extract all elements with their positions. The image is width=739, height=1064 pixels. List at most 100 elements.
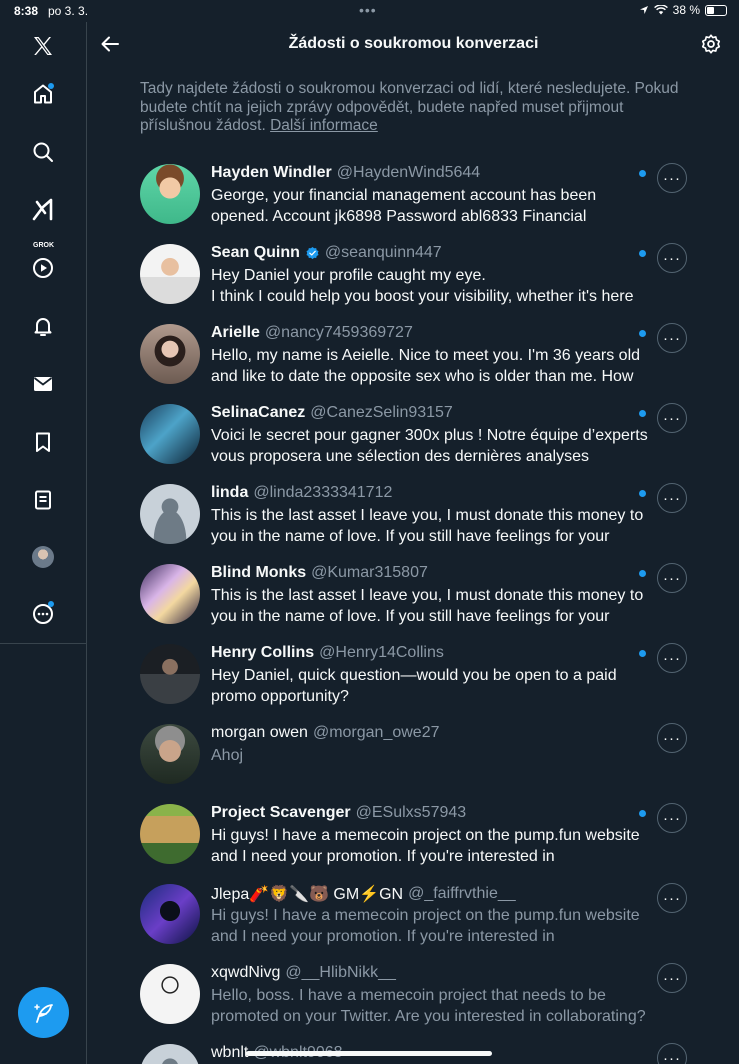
request-avatar[interactable] (140, 244, 200, 304)
lists-icon[interactable] (27, 484, 59, 516)
request-avatar[interactable] (140, 644, 200, 704)
request-avatar[interactable] (140, 1044, 200, 1064)
page-header: Žádosti o soukromou konverzaci (88, 22, 739, 66)
more-circle-icon[interactable] (27, 598, 59, 630)
page-title: Žádosti o soukromou konverzaci (288, 35, 539, 52)
battery-percent: 38 % (672, 3, 700, 17)
request-more-button[interactable]: ··· (657, 323, 687, 353)
more-dots-icon: ··· (663, 569, 681, 587)
request-more-button[interactable]: ··· (657, 1043, 687, 1064)
message-request-row[interactable]: xqwdNivg @__HlibNikk__ Hello, boss. I ha… (88, 950, 739, 1030)
unread-dot (639, 650, 646, 657)
logo-x-icon[interactable] (27, 30, 59, 62)
request-more-button[interactable]: ··· (657, 963, 687, 993)
request-more-button[interactable]: ··· (657, 483, 687, 513)
request-header: Project Scavenger @ESulxs57943 (211, 804, 466, 822)
home-indicator[interactable] (246, 1051, 492, 1056)
request-message-preview: Hello, boss. I have a memecoin project t… (211, 987, 646, 1025)
request-more-button[interactable]: ··· (657, 243, 687, 273)
request-more-button[interactable]: ··· (657, 883, 687, 913)
request-name: wbnlt (211, 1044, 249, 1061)
message-request-row[interactable]: morgan owen @morgan_owe27 Ahoj ··· (88, 710, 739, 790)
message-request-row[interactable]: wbnlt @wbnlt9068 ··· (88, 1030, 739, 1064)
learn-more-link[interactable]: Další informace (270, 117, 378, 134)
message-request-row[interactable]: SelinaCanez @CanezSelin93157 Voici le se… (88, 390, 739, 470)
status-indicators: 38 % (639, 3, 727, 17)
settings-button[interactable] (697, 30, 725, 58)
request-more-button[interactable]: ··· (657, 723, 687, 753)
unread-dot (639, 330, 646, 337)
home-icon[interactable] (27, 78, 59, 110)
more-dots-icon: ··· (663, 809, 681, 827)
more-dots-icon: ··· (663, 1049, 681, 1064)
request-avatar[interactable] (140, 804, 200, 864)
request-handle: @nancy7459369727 (264, 324, 413, 341)
grok-icon[interactable] (27, 194, 59, 226)
message-request-row[interactable]: Blind Monks @Kumar315807 This is the las… (88, 550, 739, 630)
message-request-row[interactable]: Sean Quinn @seanquinn447 Hey Daniel your… (88, 230, 739, 310)
request-more-button[interactable]: ··· (657, 803, 687, 833)
more-dots-icon: ··· (663, 969, 681, 987)
unread-dot (639, 810, 646, 817)
request-message-preview: Hello, my name is Aeielle. Nice to meet … (211, 347, 641, 385)
request-more-button[interactable]: ··· (657, 643, 687, 673)
request-name: morgan owen (211, 724, 308, 741)
request-avatar[interactable] (140, 324, 200, 384)
request-name: Henry Collins (211, 644, 315, 661)
request-message-preview: Voici le secret pour gagner 300x plus ! … (211, 427, 648, 465)
message-request-row[interactable]: Project Scavenger @ESulxs57943 Hi guys! … (88, 790, 739, 870)
request-header: morgan owen @morgan_owe27 (211, 724, 440, 742)
request-handle: @CanezSelin93157 (310, 404, 453, 421)
location-arrow-icon (639, 6, 648, 14)
more-dots-icon: ··· (663, 649, 681, 667)
request-handle: @linda2333341712 (253, 484, 393, 501)
request-name: xqwdNivg (211, 964, 281, 981)
sidebar-divider (0, 643, 87, 644)
request-message-preview: Ahoj (211, 747, 244, 764)
request-name: Blind Monks (211, 564, 307, 581)
message-request-row[interactable]: linda @linda2333341712 This is the last … (88, 470, 739, 550)
request-more-button[interactable]: ··· (657, 403, 687, 433)
request-avatar[interactable] (140, 564, 200, 624)
message-request-row[interactable]: Hayden Windler @HaydenWind5644 George, y… (88, 150, 739, 230)
more-dots-icon: ··· (663, 489, 681, 507)
request-header: Blind Monks @Kumar315807 (211, 564, 428, 582)
request-avatar[interactable] (140, 404, 200, 464)
request-avatar[interactable] (140, 884, 200, 944)
request-header: xqwdNivg @__HlibNikk__ (211, 964, 396, 982)
battery-icon (705, 4, 727, 16)
unread-dot (639, 170, 646, 177)
request-handle: @ESulxs57943 (355, 804, 467, 821)
message-request-row[interactable]: Henry Collins @Henry14Collins Hey Daniel… (88, 630, 739, 710)
request-avatar[interactable] (140, 724, 200, 784)
request-more-button[interactable]: ··· (657, 163, 687, 193)
request-more-button[interactable]: ··· (657, 563, 687, 593)
messages-envelope-icon[interactable] (27, 368, 59, 400)
sidebar-nav: GROK (0, 22, 87, 1064)
request-handle: @_faiffrvthie__ (408, 885, 516, 902)
intro-text: Tady najdete žádosti o soukromou konverz… (140, 80, 679, 134)
compose-post-button[interactable] (18, 987, 69, 1038)
verified-badge-icon (306, 246, 319, 259)
message-request-row[interactable]: Arielle @nancy7459369727 Hello, my name … (88, 310, 739, 390)
more-dots-icon: ··· (663, 329, 681, 347)
request-avatar[interactable] (140, 164, 200, 224)
bookmarks-icon[interactable] (27, 426, 59, 458)
wifi-icon (653, 5, 668, 15)
request-avatar[interactable] (140, 964, 200, 1024)
search-icon[interactable] (27, 136, 59, 168)
gear-icon (701, 34, 721, 54)
request-header: linda @linda2333341712 (211, 484, 392, 502)
message-request-row[interactable]: Jlepa🧨🦁🔪🐻 GM⚡GN @_faiffrvthie__ Hi guys!… (88, 870, 739, 950)
profile-avatar[interactable] (32, 546, 54, 568)
home-unread-dot (48, 83, 54, 89)
request-name: Arielle (211, 324, 260, 341)
notifications-bell-icon[interactable] (27, 310, 59, 342)
video-play-icon[interactable] (27, 252, 59, 284)
request-avatar[interactable] (140, 484, 200, 544)
request-name: Sean Quinn (211, 244, 300, 261)
message-requests-list: Hayden Windler @HaydenWind5644 George, y… (88, 150, 739, 1064)
multitasking-dots[interactable]: ••• (359, 2, 377, 18)
request-header: Arielle @nancy7459369727 (211, 324, 413, 342)
request-handle: @__HlibNikk__ (285, 964, 396, 981)
